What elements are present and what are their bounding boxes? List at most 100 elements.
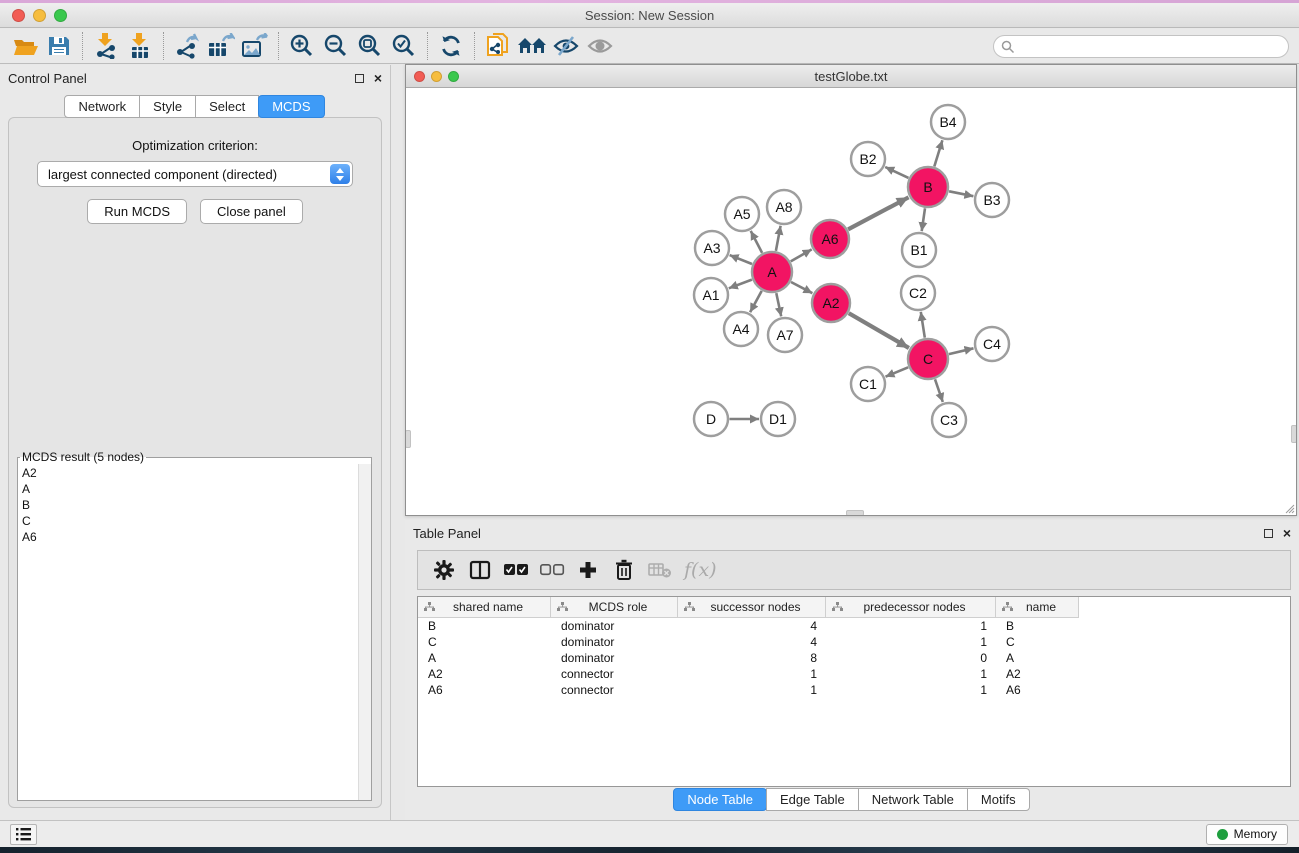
zoom-window-button[interactable] <box>54 9 67 22</box>
tab-network[interactable]: Network <box>64 95 140 118</box>
graph-edge[interactable] <box>886 367 909 376</box>
graph-node-C1[interactable]: C1 <box>851 367 885 401</box>
window-resize-grip[interactable] <box>1283 502 1295 514</box>
float-table-panel-icon[interactable] <box>1264 529 1273 538</box>
table-row[interactable]: Cdominator41C <box>418 634 1290 650</box>
close-window-button[interactable] <box>12 9 25 22</box>
hide-graphics-details-icon[interactable] <box>549 31 583 61</box>
graph-edge[interactable] <box>776 293 781 316</box>
tab-node-table[interactable]: Node Table <box>673 788 767 811</box>
graph-node-C2[interactable]: C2 <box>901 276 935 310</box>
graph-edge[interactable] <box>934 140 942 166</box>
graph-edge[interactable] <box>885 167 908 178</box>
graph-node-A[interactable]: A <box>752 252 792 292</box>
split-columns-icon[interactable] <box>462 554 498 586</box>
zoom-out-icon[interactable] <box>319 31 353 61</box>
graph-edge[interactable] <box>791 282 812 293</box>
toggle-visibility-icon[interactable] <box>583 31 617 61</box>
graph-node-A6[interactable]: A6 <box>811 220 849 258</box>
graph-node-B1[interactable]: B1 <box>902 233 936 267</box>
mcds-result-item[interactable]: A2 <box>18 465 358 481</box>
graph-edge[interactable] <box>849 313 909 348</box>
canvas-right-scrollbar-thumb[interactable] <box>1291 425 1296 443</box>
graph-edge[interactable] <box>922 208 925 231</box>
import-network-icon[interactable] <box>89 31 123 61</box>
memory-button[interactable]: Memory <box>1206 824 1288 845</box>
column-header-MCDS-role[interactable]: MCDS role <box>551 597 678 618</box>
close-table-panel-icon[interactable]: × <box>1283 528 1291 538</box>
graph-node-A1[interactable]: A1 <box>694 278 728 312</box>
graph-node-B2[interactable]: B2 <box>851 142 885 176</box>
graph-node-A7[interactable]: A7 <box>768 318 802 352</box>
graph-edge[interactable] <box>949 348 974 354</box>
zoom-in-icon[interactable] <box>285 31 319 61</box>
canvas-left-scrollbar-thumb[interactable] <box>406 430 411 448</box>
graph-node-C4[interactable]: C4 <box>975 327 1009 361</box>
graph-node-A8[interactable]: A8 <box>767 190 801 224</box>
table-row[interactable]: A2connector11A2 <box>418 666 1290 682</box>
tab-network-table[interactable]: Network Table <box>858 788 968 811</box>
graph-node-B3[interactable]: B3 <box>975 183 1009 217</box>
tab-edge-table[interactable]: Edge Table <box>766 788 859 811</box>
table-row[interactable]: Bdominator41B <box>418 618 1290 634</box>
graph-node-D1[interactable]: D1 <box>761 402 795 436</box>
export-network-icon[interactable] <box>170 31 204 61</box>
canvas-bottom-scrollbar-thumb[interactable] <box>846 510 864 515</box>
graph-node-A2[interactable]: A2 <box>812 284 850 322</box>
graph-node-A3[interactable]: A3 <box>695 231 729 265</box>
network-graph[interactable]: AA1A2A3A4A5A6A7A8BB1B2B3B4CC1C2C3C4DD1 <box>406 89 1296 515</box>
graph-edge[interactable] <box>750 291 762 312</box>
graph-node-A4[interactable]: A4 <box>724 312 758 346</box>
zoom-selected-icon[interactable] <box>387 31 421 61</box>
run-mcds-button[interactable]: Run MCDS <box>87 199 187 224</box>
graph-edge[interactable] <box>776 226 781 251</box>
gear-icon[interactable] <box>426 554 462 586</box>
network-from-selection-icon[interactable] <box>481 31 515 61</box>
column-header-shared-name[interactable]: shared name <box>418 597 551 618</box>
zoom-fit-icon[interactable] <box>353 31 387 61</box>
close-network-window-button[interactable] <box>414 71 425 82</box>
tab-select[interactable]: Select <box>195 95 259 118</box>
tab-mcds[interactable]: MCDS <box>258 95 324 118</box>
minimize-network-window-button[interactable] <box>431 71 442 82</box>
delete-column-icon[interactable] <box>606 554 642 586</box>
graph-edge[interactable] <box>935 379 943 402</box>
network-window-titlebar[interactable]: testGlobe.txt <box>406 65 1296 88</box>
mcds-result-item[interactable]: B <box>18 497 358 513</box>
zoom-network-window-button[interactable] <box>448 71 459 82</box>
search-field[interactable] <box>993 35 1289 58</box>
close-panel-button[interactable]: Close panel <box>200 199 303 224</box>
graph-edge[interactable] <box>949 191 973 196</box>
tab-motifs[interactable]: Motifs <box>967 788 1030 811</box>
import-table-icon[interactable] <box>123 31 157 61</box>
graph-node-B4[interactable]: B4 <box>931 105 965 139</box>
search-input[interactable] <box>1015 38 1288 56</box>
graph-edge[interactable] <box>791 249 812 261</box>
deselect-all-checkboxes-icon[interactable] <box>534 554 570 586</box>
graph-edge[interactable] <box>729 280 752 289</box>
home-overview-icon[interactable] <box>515 31 549 61</box>
export-table-icon[interactable] <box>204 31 238 61</box>
select-all-checkboxes-icon[interactable] <box>498 554 534 586</box>
float-panel-icon[interactable] <box>355 74 364 83</box>
graph-edge[interactable] <box>848 197 909 229</box>
network-canvas[interactable]: AA1A2A3A4A5A6A7A8BB1B2B3B4CC1C2C3C4DD1 <box>406 89 1296 515</box>
column-header-predecessor-nodes[interactable]: predecessor nodes <box>826 597 996 618</box>
close-panel-icon[interactable]: × <box>374 73 382 83</box>
graph-node-D[interactable]: D <box>694 402 728 436</box>
graph-edge[interactable] <box>921 312 925 338</box>
mcds-result-item[interactable]: A6 <box>18 529 358 545</box>
column-header-name[interactable]: name <box>996 597 1079 618</box>
task-history-button[interactable] <box>10 824 37 845</box>
column-header-successor-nodes[interactable]: successor nodes <box>678 597 826 618</box>
mcds-result-item[interactable]: A <box>18 481 358 497</box>
mcds-result-scrollbar[interactable] <box>358 464 371 800</box>
refresh-view-icon[interactable] <box>434 31 468 61</box>
minimize-window-button[interactable] <box>33 9 46 22</box>
tab-style[interactable]: Style <box>139 95 196 118</box>
graph-node-C3[interactable]: C3 <box>932 403 966 437</box>
graph-node-A5[interactable]: A5 <box>725 197 759 231</box>
mcds-result-item[interactable]: C <box>18 513 358 529</box>
add-column-icon[interactable] <box>570 554 606 586</box>
open-session-icon[interactable] <box>8 31 42 61</box>
